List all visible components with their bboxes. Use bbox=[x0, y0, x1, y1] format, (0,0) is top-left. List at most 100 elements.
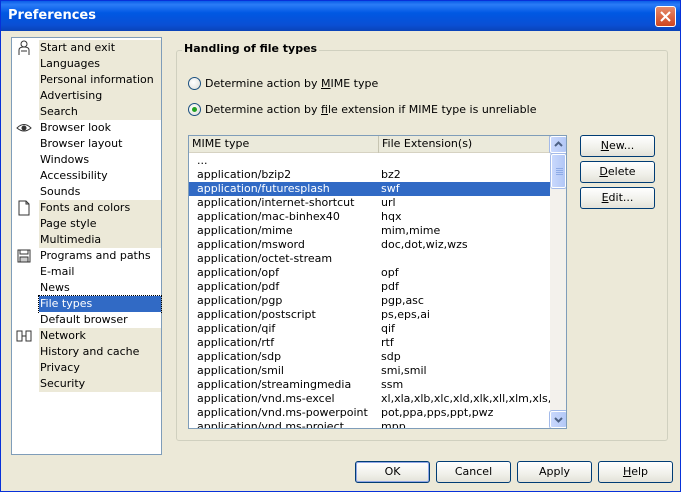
table-row[interactable]: application/octet-stream bbox=[189, 252, 550, 266]
mime-type-cell: application/internet-shortcut bbox=[197, 196, 355, 209]
table-row[interactable]: application/vnd.ms-powerpoint pot,ppa,pps… bbox=[189, 406, 550, 420]
mime-type-cell: application/bzip2 bbox=[197, 168, 292, 181]
extensions-cell: bz2 bbox=[381, 168, 401, 181]
table-row[interactable]: application/postscript ps,eps,ai bbox=[189, 308, 550, 322]
sidebar-item-e-mail[interactable]: E-mail bbox=[39, 264, 161, 280]
radio-mime-label: Determine action by MIME type bbox=[205, 77, 379, 90]
mime-type-cell: application/pdf bbox=[197, 280, 280, 293]
extensions-cell: smi,smil bbox=[381, 364, 427, 377]
sidebar-item-programs-and-paths[interactable]: Programs and paths bbox=[39, 248, 161, 264]
table-row[interactable]: application/qif qif bbox=[189, 322, 550, 336]
sidebar-item-advertising[interactable]: Advertising bbox=[39, 88, 161, 104]
scroll-thumb[interactable] bbox=[550, 153, 566, 189]
sidebar-item-browser-look[interactable]: Browser look bbox=[39, 120, 161, 136]
table-row[interactable]: application/vnd.ms-project mpp bbox=[189, 420, 550, 429]
mime-type-cell: application/mime bbox=[197, 224, 293, 237]
table-row[interactable]: application/pdf pdf bbox=[189, 280, 550, 294]
table-row[interactable]: application/sdp sdp bbox=[189, 350, 550, 364]
table-row[interactable]: application/streamingmedia ssm bbox=[189, 378, 550, 392]
sidebar-item-sounds[interactable]: Sounds bbox=[39, 184, 161, 200]
radio-mime-circle[interactable] bbox=[188, 77, 201, 90]
table-row[interactable]: application/opf opf bbox=[189, 266, 550, 280]
sidebar-item-fonts-and-colors[interactable]: Fonts and colors bbox=[39, 200, 161, 216]
sidebar-item-start-and-exit[interactable]: Start and exit bbox=[39, 40, 161, 56]
edit-button[interactable]: Edit... bbox=[580, 187, 655, 209]
table-row[interactable]: application/vnd.ms-excel xl,xla,xlb,xlc,x… bbox=[189, 392, 550, 406]
sidebar-item-languages[interactable]: Languages bbox=[39, 56, 161, 72]
table-row[interactable]: application/smil smi,smil bbox=[189, 364, 550, 378]
sidebar-item-default-browser[interactable]: Default browser bbox=[39, 312, 161, 328]
sidebar-item-page-style[interactable]: Page style bbox=[39, 216, 161, 232]
column-header-mime[interactable]: MIME type bbox=[189, 136, 379, 153]
extensions-cell: pgp,asc bbox=[381, 294, 424, 307]
close-button[interactable] bbox=[655, 6, 676, 27]
table-row[interactable]: ... bbox=[189, 154, 550, 168]
help-button[interactable]: Help bbox=[598, 461, 673, 483]
arrow-down-icon bbox=[554, 417, 563, 423]
sidebar-item-multimedia[interactable]: Multimedia bbox=[39, 232, 161, 248]
extensions-cell: mpp bbox=[381, 420, 406, 429]
mime-type-cell: ... bbox=[197, 154, 208, 167]
category-list[interactable]: Start and exit Languages Personal informat… bbox=[11, 37, 162, 455]
sidebar-item-windows[interactable]: Windows bbox=[39, 152, 161, 168]
new-button[interactable]: New... bbox=[580, 135, 655, 157]
extensions-cell: ps,eps,ai bbox=[381, 308, 430, 321]
group-title: Handling of file types bbox=[182, 42, 320, 55]
cancel-button[interactable]: Cancel bbox=[436, 461, 511, 483]
list-header: MIME type File Extension(s) bbox=[189, 136, 550, 153]
mime-type-cell: application/vnd.ms-powerpoint bbox=[197, 406, 368, 419]
mime-type-cell: application/pgp bbox=[197, 294, 283, 307]
table-row[interactable]: application/bzip2 bz2 bbox=[189, 168, 550, 182]
table-row[interactable]: application/mime mim,mime bbox=[189, 224, 550, 238]
apply-button[interactable]: Apply bbox=[517, 461, 592, 483]
sidebar-item-network[interactable]: Network bbox=[39, 328, 161, 344]
sidebar-item-file-types[interactable]: File types bbox=[38, 295, 162, 313]
extensions-cell: sdp bbox=[381, 350, 401, 363]
scroll-down-button[interactable] bbox=[549, 410, 566, 428]
sidebar-item-personal-information[interactable]: Personal information bbox=[39, 72, 161, 88]
radio-file-extension[interactable]: Determine action by file extension if MI… bbox=[188, 103, 536, 117]
sidebar-item-browser-layout[interactable]: Browser layout bbox=[39, 136, 161, 152]
table-row[interactable]: application/msword doc,dot,wiz,wzs bbox=[189, 238, 550, 252]
extensions-cell: swf bbox=[381, 182, 400, 195]
radio-mime-type[interactable]: Determine action by MIME type bbox=[188, 77, 378, 91]
table-row[interactable]: application/futuresplash swf bbox=[189, 182, 550, 196]
mime-type-cell: application/vnd.ms-excel bbox=[197, 392, 335, 405]
mime-type-cell: application/octet-stream bbox=[197, 252, 333, 265]
radio-ext-circle[interactable] bbox=[188, 103, 201, 116]
table-row[interactable]: application/mac-binhex40 hqx bbox=[189, 210, 550, 224]
vertical-scrollbar[interactable] bbox=[549, 136, 566, 428]
extensions-cell: url bbox=[381, 196, 396, 209]
mime-type-cell: application/opf bbox=[197, 266, 279, 279]
column-header-extensions[interactable]: File Extension(s) bbox=[379, 136, 550, 153]
mime-type-cell: application/mac-binhex40 bbox=[197, 210, 340, 223]
table-row[interactable]: application/rtf rtf bbox=[189, 336, 550, 350]
sidebar-item-accessibility[interactable]: Accessibility bbox=[39, 168, 161, 184]
person-icon bbox=[16, 40, 32, 56]
sidebar-item-news[interactable]: News bbox=[39, 280, 161, 296]
table-row[interactable]: application/pgp pgp,asc bbox=[189, 294, 550, 308]
radio-checked-dot bbox=[192, 107, 197, 112]
mime-type-cell: application/rtf bbox=[197, 336, 275, 349]
document-icon bbox=[16, 200, 32, 216]
mime-type-cell: application/qif bbox=[197, 322, 276, 335]
radio-ext-label: Determine action by file extension if MI… bbox=[205, 103, 537, 116]
mime-type-cell: application/streamingmedia bbox=[197, 378, 352, 391]
delete-button[interactable]: Delete bbox=[580, 161, 655, 183]
mime-type-cell: application/postscript bbox=[197, 308, 316, 321]
sidebar-item-security[interactable]: Security bbox=[39, 376, 161, 392]
scroll-up-button[interactable] bbox=[549, 136, 566, 154]
list-body: ... application/bzip2 bz2 application/futur… bbox=[189, 153, 550, 429]
extensions-cell: ssm bbox=[381, 378, 404, 391]
sidebar-item-search[interactable]: Search bbox=[39, 104, 161, 120]
table-row[interactable]: application/internet-shortcut url bbox=[189, 196, 550, 210]
extensions-cell: rtf bbox=[381, 336, 394, 349]
floppy-disk-icon bbox=[16, 248, 32, 264]
extensions-cell: hqx bbox=[381, 210, 402, 223]
ok-button[interactable]: OK bbox=[355, 461, 430, 483]
sidebar-item-history-and-cache[interactable]: History and cache bbox=[39, 344, 161, 360]
mime-type-cell: application/futuresplash bbox=[197, 182, 330, 195]
sidebar-item-privacy[interactable]: Privacy bbox=[39, 360, 161, 376]
file-types-list[interactable]: MIME type File Extension(s) ... applicati… bbox=[188, 135, 567, 429]
title-bar[interactable]: Preferences bbox=[1, 1, 680, 31]
